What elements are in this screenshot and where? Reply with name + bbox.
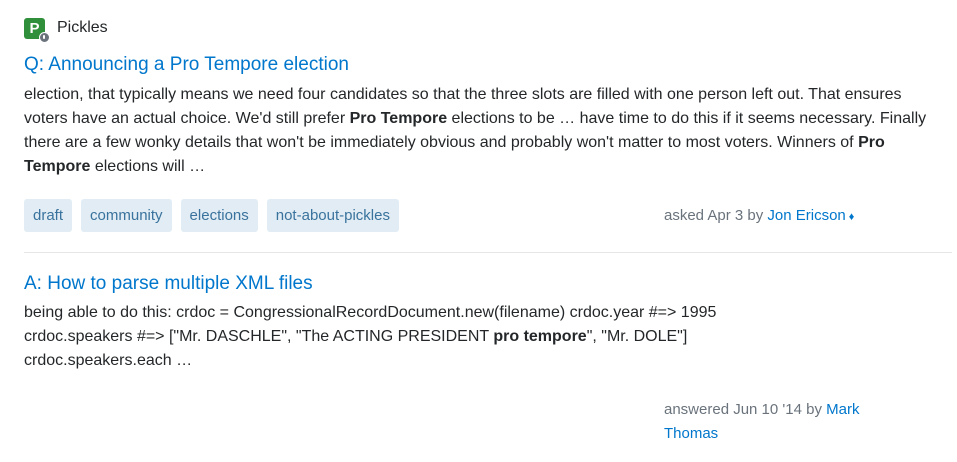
result-title-link[interactable]: Q: Announcing a Pro Tempore election (24, 53, 349, 77)
search-result-answer: A: How to parse multiple XML files being… (24, 272, 934, 373)
result-title-link[interactable]: A: How to parse multiple XML files (24, 272, 313, 296)
search-results-page: P Pickles Q: Announcing a Pro Tempore el… (0, 0, 957, 462)
user-link[interactable]: Jon Ericson (767, 207, 845, 224)
meta-action-text: asked Apr 3 by (664, 207, 768, 224)
excerpt-line: being able to do this: crdoc = Congressi… (24, 301, 934, 325)
excerpt-highlight: pro tempore (493, 328, 587, 345)
excerpt-text: elections will … (90, 158, 206, 175)
excerpt-text: ", "Mr. DOLE"] (586, 328, 688, 345)
user-link[interactable]: Mark (826, 401, 859, 418)
excerpt-text: crdoc.speakers.each … (24, 352, 193, 369)
result-meta: answered Jun 10 '14 by Mark Thomas (664, 398, 859, 446)
diamond-icon: ♦ (848, 211, 855, 223)
pickles-site-logo-icon[interactable]: P (24, 17, 50, 43)
beta-badge-icon (39, 31, 50, 43)
result-divider (24, 252, 952, 253)
site-header: P Pickles (24, 16, 108, 43)
tag-list: draft community elections not-about-pick… (24, 199, 399, 232)
user-link[interactable]: Thomas (664, 425, 718, 442)
result-excerpt: being able to do this: crdoc = Congressi… (24, 301, 934, 373)
search-result-question: Q: Announcing a Pro Tempore election ele… (24, 53, 934, 179)
meta-line: answered Jun 10 '14 by Mark (664, 398, 859, 422)
site-name[interactable]: Pickles (57, 19, 108, 37)
excerpt-line: crdoc.speakers.each … (24, 349, 934, 373)
meta-action-text: answered Jun 10 '14 by (664, 401, 827, 418)
meta-line: Thomas (664, 422, 859, 446)
excerpt-text: crdoc.speakers #=> ["Mr. DASCHLE", "The … (24, 328, 494, 345)
excerpt-highlight: Pro Tempore (349, 110, 448, 127)
result-meta: asked Apr 3 by Jon Ericson ♦ (664, 204, 854, 229)
tag-not-about-pickles[interactable]: not-about-pickles (266, 199, 399, 232)
excerpt-line: crdoc.speakers #=> ["Mr. DASCHLE", "The … (24, 325, 934, 349)
result-excerpt: election, that typically means we need f… (24, 83, 934, 179)
tag-elections[interactable]: elections (180, 199, 258, 232)
site-logo-letter: P (29, 19, 40, 37)
excerpt-text: being able to do this: crdoc = Congressi… (24, 304, 717, 321)
tag-community[interactable]: community (81, 199, 172, 232)
tag-draft[interactable]: draft (24, 199, 73, 232)
